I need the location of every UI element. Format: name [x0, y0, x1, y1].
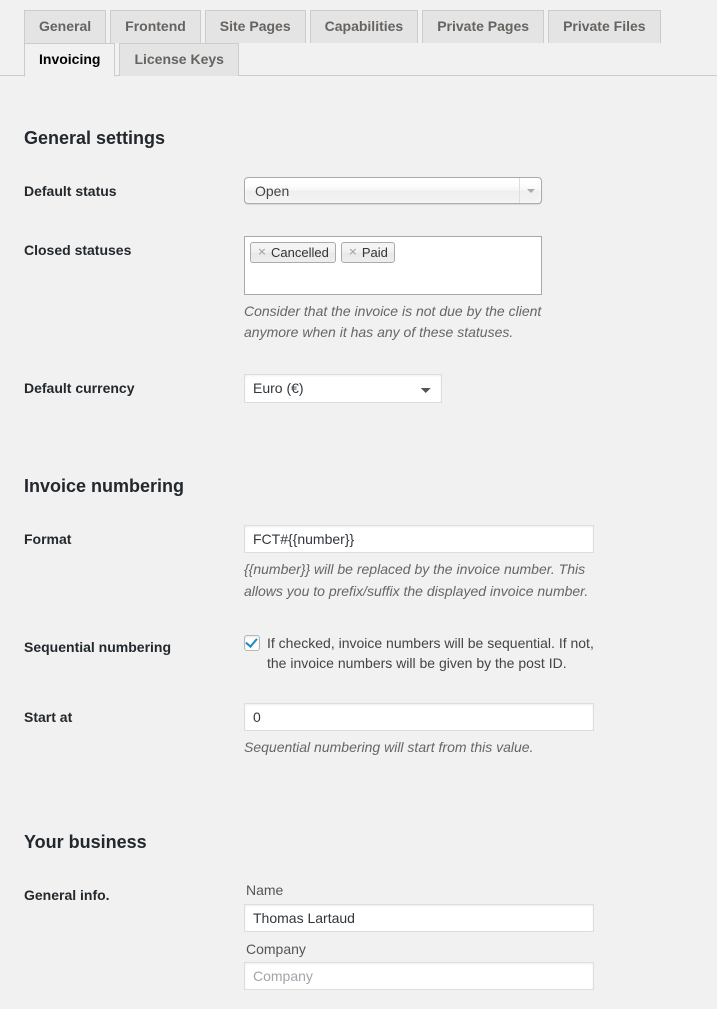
field-row-default-status: Default status Open — [24, 162, 693, 220]
default-status-select[interactable]: Open — [244, 177, 542, 205]
field-row-general-info: General info. Name Company — [24, 866, 693, 1008]
general-settings-table: Default status Open Closed statuses × Ca… — [24, 162, 693, 418]
tab-general[interactable]: General — [24, 10, 107, 43]
section-title-general-settings: General settings — [24, 128, 166, 148]
sequential-numbering-checkbox-row: If checked, invoice numbers will be sequ… — [244, 633, 604, 674]
settings-tab-bar: General Frontend Site Pages Capabilities… — [0, 0, 717, 77]
label-name: Name — [246, 882, 284, 899]
label-start-at: Start at — [24, 709, 73, 726]
label-default-status: Default status — [24, 183, 117, 200]
label-sequential-numbering: Sequential numbering — [24, 638, 172, 655]
settings-form: General settings Default status Open Clo… — [0, 118, 717, 1009]
business-company-input[interactable] — [244, 961, 594, 990]
tab-capabilities[interactable]: Capabilities — [309, 10, 419, 43]
tab-row-primary: General Frontend Site Pages Capabilities… — [24, 9, 717, 43]
label-closed-statuses: Closed statuses — [24, 241, 132, 258]
label-company: Company — [246, 940, 306, 957]
sequential-numbering-checkbox[interactable] — [244, 634, 260, 651]
tab-frontend[interactable]: Frontend — [110, 10, 201, 43]
tab-license-keys[interactable]: License Keys — [119, 43, 239, 76]
section-title-invoice-numbering: Invoice numbering — [24, 475, 185, 496]
description-format: {{number}} will be replaced by the invoi… — [244, 561, 589, 600]
subfield-company: Company — [244, 940, 683, 990]
section-title-your-business: Your business — [24, 832, 147, 852]
label-default-currency: Default currency — [24, 379, 135, 396]
chevron-down-icon[interactable] — [519, 178, 541, 204]
default-status-value: Open — [255, 183, 290, 200]
tag-label: Cancelled — [271, 244, 329, 260]
sequential-numbering-checkbox-label[interactable]: If checked, invoice numbers will be sequ… — [267, 633, 604, 674]
tab-row-secondary: Invoicing License Keys — [24, 42, 717, 77]
label-general-info: General info. — [24, 887, 110, 904]
tab-private-pages[interactable]: Private Pages — [422, 10, 545, 43]
tag-label: Paid — [361, 244, 388, 260]
your-business-table: General info. Name Company — [24, 866, 693, 1008]
tab-invoicing[interactable]: Invoicing — [24, 43, 116, 77]
field-row-closed-statuses: Closed statuses × Cancelled × Paid Consi… — [24, 221, 693, 359]
field-row-sequential-numbering: Sequential numbering If checked, invoice… — [24, 618, 693, 689]
field-row-default-currency: Default currency Euro (€) — [24, 359, 693, 418]
subfield-name: Name — [244, 881, 683, 932]
format-input[interactable] — [244, 525, 594, 554]
closed-statuses-multiselect[interactable]: × Cancelled × Paid — [244, 235, 542, 295]
field-row-format: Format {{number}} will be replaced by th… — [24, 510, 693, 617]
tab-site-pages[interactable]: Site Pages — [204, 10, 306, 43]
field-row-start-at: Start at Sequential numbering will start… — [24, 688, 693, 774]
tag-paid[interactable]: × Paid — [340, 241, 395, 263]
tag-cancelled[interactable]: × Cancelled — [250, 241, 336, 263]
close-icon[interactable]: × — [347, 245, 359, 258]
description-start-at: Sequential numbering will start from thi… — [244, 739, 534, 756]
description-closed-statuses: Consider that the invoice is not due by … — [244, 302, 542, 341]
start-at-input[interactable] — [244, 703, 594, 732]
tab-private-files[interactable]: Private Files — [548, 10, 661, 43]
default-currency-select[interactable]: Euro (€) — [244, 373, 442, 403]
close-icon[interactable]: × — [256, 245, 268, 258]
label-format: Format — [24, 531, 72, 548]
invoice-numbering-table: Format {{number}} will be replaced by th… — [24, 510, 693, 774]
business-name-input[interactable] — [244, 903, 594, 932]
